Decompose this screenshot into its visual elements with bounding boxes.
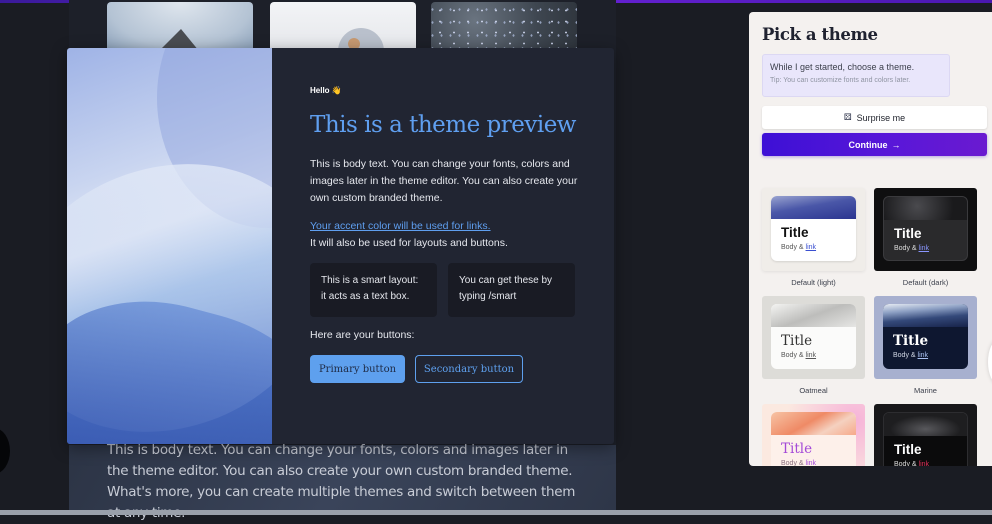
stars-pattern <box>431 2 577 48</box>
theme-sample-image <box>771 412 856 435</box>
theme-picker-panel: Pick a theme While I get started, choose… <box>749 12 992 466</box>
preview-content: Hello 👋 This is a theme preview This is … <box>310 86 590 383</box>
smart-layout-row: This is a smart layout: it acts as a tex… <box>310 263 590 317</box>
primary-button[interactable]: Primary button <box>310 355 405 383</box>
theme-option-default-light[interactable]: Title Body & link Default (light) <box>762 188 865 287</box>
theme-sample-image <box>884 197 967 220</box>
preview-title: This is a theme preview <box>310 112 577 138</box>
panel-bottom-edge <box>749 466 992 510</box>
hint-box: While I get started, choose a theme. Tip… <box>762 54 950 97</box>
theme-card[interactable]: Title Body & link <box>874 404 977 466</box>
theme-option-noir[interactable]: Title Body & link <box>874 404 977 466</box>
theme-sample-title: Title <box>893 333 929 349</box>
theme-sample: Title Body & link <box>883 304 968 369</box>
theme-name: Oatmeal <box>799 386 828 395</box>
theme-sample-link: link <box>805 352 817 359</box>
theme-name: Marine <box>914 386 937 395</box>
left-edge-button[interactable] <box>0 428 10 474</box>
theme-sample: Title Body & link <box>771 412 856 466</box>
theme-sample-body-text: Body & <box>781 244 804 251</box>
thumbnail-starry-sky <box>431 2 577 48</box>
thumbnail-mountain-rock <box>107 2 253 48</box>
theme-card[interactable]: Title Body & link <box>762 188 865 271</box>
theme-sample-body-text: Body & <box>781 352 804 359</box>
theme-sample-body: Title Body & link <box>771 219 856 256</box>
smart-layout-box: This is a smart layout: it acts as a tex… <box>310 263 437 317</box>
preview-greeting: Hello 👋 <box>310 86 342 95</box>
theme-sample-link: link <box>805 244 817 251</box>
theme-sample-link: link <box>918 245 930 252</box>
tip-text: Tip: You can customize fonts and colors … <box>770 77 911 84</box>
face-shape <box>348 38 360 48</box>
theme-sample-title: Title <box>781 225 809 240</box>
theme-sample-body: Title Body & link <box>771 327 856 364</box>
theme-option-peach[interactable]: Title Body & link <box>762 404 865 466</box>
continue-label: Continue <box>848 139 888 150</box>
buttons-label: Here are your buttons: <box>310 329 415 341</box>
theme-sample-body: Title Body & link <box>771 435 856 466</box>
theme-sample-text: Body & link <box>781 244 846 251</box>
theme-sample-link: link <box>917 352 929 359</box>
hint-text: While I get started, choose a theme. <box>770 62 915 72</box>
secondary-button[interactable]: Secondary button <box>415 355 523 383</box>
theme-sample-image <box>883 304 968 327</box>
theme-card[interactable]: Title Body & link <box>762 404 865 466</box>
arrow-right-icon: → <box>891 139 901 150</box>
preview-body-text: This is body text. You can change your f… <box>310 158 578 204</box>
preview-accent-link[interactable]: Your accent color will be used for links… <box>310 218 590 235</box>
theme-sample-title: Title <box>781 441 813 457</box>
theme-sample-text: Body & link <box>893 352 958 359</box>
theme-option-default-dark[interactable]: Title Body & link Default (dark) <box>874 188 977 287</box>
theme-sample-body-text: Body & <box>893 352 916 359</box>
theme-sample-text: Body & link <box>894 245 957 252</box>
preview-abstract-image <box>67 48 272 444</box>
theme-sample-image <box>771 304 856 327</box>
theme-card[interactable]: Title Body & link <box>874 188 977 271</box>
theme-name: Default (light) <box>791 278 836 287</box>
theme-sample-image <box>884 413 967 436</box>
theme-option-oatmeal[interactable]: Title Body & link Oatmeal <box>762 296 865 395</box>
hood-shape <box>338 28 384 48</box>
rock-shape <box>159 29 199 48</box>
theme-sample-body: Title Body & link <box>883 327 968 364</box>
smart-layout-box: You can get these by typing /smart <box>448 263 575 317</box>
theme-sample: Title Body & link <box>883 412 968 466</box>
theme-sample-text: Body & link <box>781 352 846 359</box>
theme-sample-title: Title <box>894 442 922 457</box>
preview-link-note: It will also be used for layouts and but… <box>310 237 508 249</box>
continue-button[interactable]: Continue → <box>762 133 987 156</box>
preview-button-row: Primary button Secondary button <box>310 355 590 383</box>
theme-card[interactable]: Title Body & link <box>874 296 977 379</box>
surprise-me-label: Surprise me <box>856 112 906 123</box>
theme-option-marine[interactable]: Title Body & link Marine <box>874 296 977 395</box>
theme-sample: Title Body & link <box>883 196 968 261</box>
surprise-me-button[interactable]: ⚄ Surprise me <box>762 106 987 129</box>
theme-sample-title: Title <box>781 333 813 349</box>
theme-sample: Title Body & link <box>771 304 856 369</box>
theme-sample: Title Body & link <box>771 196 856 261</box>
theme-sample-title: Title <box>894 226 922 241</box>
theme-sample-body: Title Body & link <box>884 220 967 257</box>
theme-sample-image <box>771 196 856 219</box>
dice-icon: ⚄ <box>843 112 852 122</box>
theme-card[interactable]: Title Body & link <box>762 296 865 379</box>
theme-sample-body-text: Body & <box>894 245 917 252</box>
thumbnail-hooded-person <box>270 2 416 48</box>
theme-name: Default (dark) <box>902 278 949 287</box>
theme-preview-card: Hello 👋 This is a theme preview This is … <box>67 48 614 444</box>
theme-sample-body: Title Body & link <box>884 436 967 466</box>
panel-title: Pick a theme <box>762 25 878 44</box>
window-bottom-edge <box>0 510 992 515</box>
